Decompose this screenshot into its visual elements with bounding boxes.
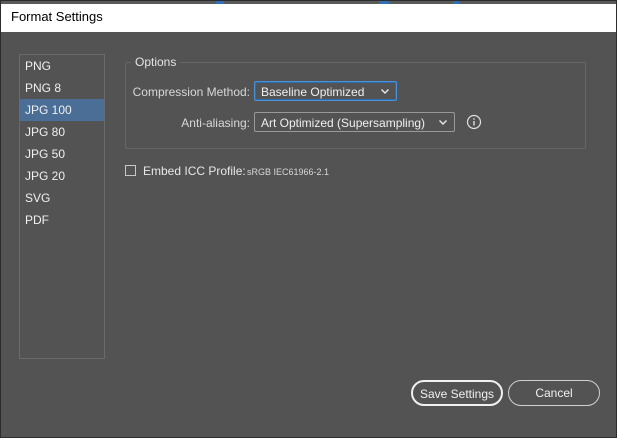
save-settings-button[interactable]: Save Settings bbox=[411, 380, 503, 406]
options-group bbox=[125, 62, 586, 149]
anti-aliasing-label: Anti-aliasing: bbox=[181, 116, 250, 130]
format-item-jpg-100[interactable]: JPG 100 bbox=[20, 99, 104, 121]
format-item-jpg-20[interactable]: JPG 20 bbox=[20, 165, 104, 187]
title-bar: Format Settings bbox=[1, 1, 616, 32]
chevron-down-icon bbox=[381, 89, 389, 94]
format-item-jpg-80[interactable]: JPG 80 bbox=[20, 121, 104, 143]
anti-aliasing-dropdown[interactable]: Art Optimized (Supersampling) bbox=[254, 112, 455, 132]
format-item-pdf[interactable]: PDF bbox=[20, 209, 104, 231]
cancel-button[interactable]: Cancel bbox=[508, 380, 600, 406]
embed-icc-checkbox[interactable] bbox=[125, 165, 136, 176]
compression-method-value: Baseline Optimized bbox=[261, 85, 365, 99]
format-item-png[interactable]: PNG bbox=[20, 55, 104, 77]
chevron-down-icon bbox=[439, 120, 447, 125]
options-legend: Options bbox=[131, 55, 181, 69]
format-item-png-8[interactable]: PNG 8 bbox=[20, 77, 104, 99]
compression-method-dropdown[interactable]: Baseline Optimized bbox=[254, 81, 397, 101]
window-title: Format Settings bbox=[11, 9, 103, 24]
format-item-svg[interactable]: SVG bbox=[20, 187, 104, 209]
embed-icc-label: Embed ICC Profile: bbox=[143, 164, 246, 178]
format-list: PNG PNG 8 JPG 100 JPG 80 JPG 50 JPG 20 S… bbox=[19, 54, 105, 359]
icc-profile-name: sRGB IEC61966-2.1 bbox=[247, 167, 330, 177]
title-bar-top-strip bbox=[1, 1, 616, 4]
compression-method-label: Compression Method: bbox=[132, 85, 250, 99]
format-settings-dialog: Format Settings PNG PNG 8 JPG 100 JPG 80… bbox=[0, 0, 617, 438]
anti-aliasing-value: Art Optimized (Supersampling) bbox=[261, 116, 426, 130]
info-icon[interactable] bbox=[466, 114, 482, 130]
format-item-jpg-50[interactable]: JPG 50 bbox=[20, 143, 104, 165]
